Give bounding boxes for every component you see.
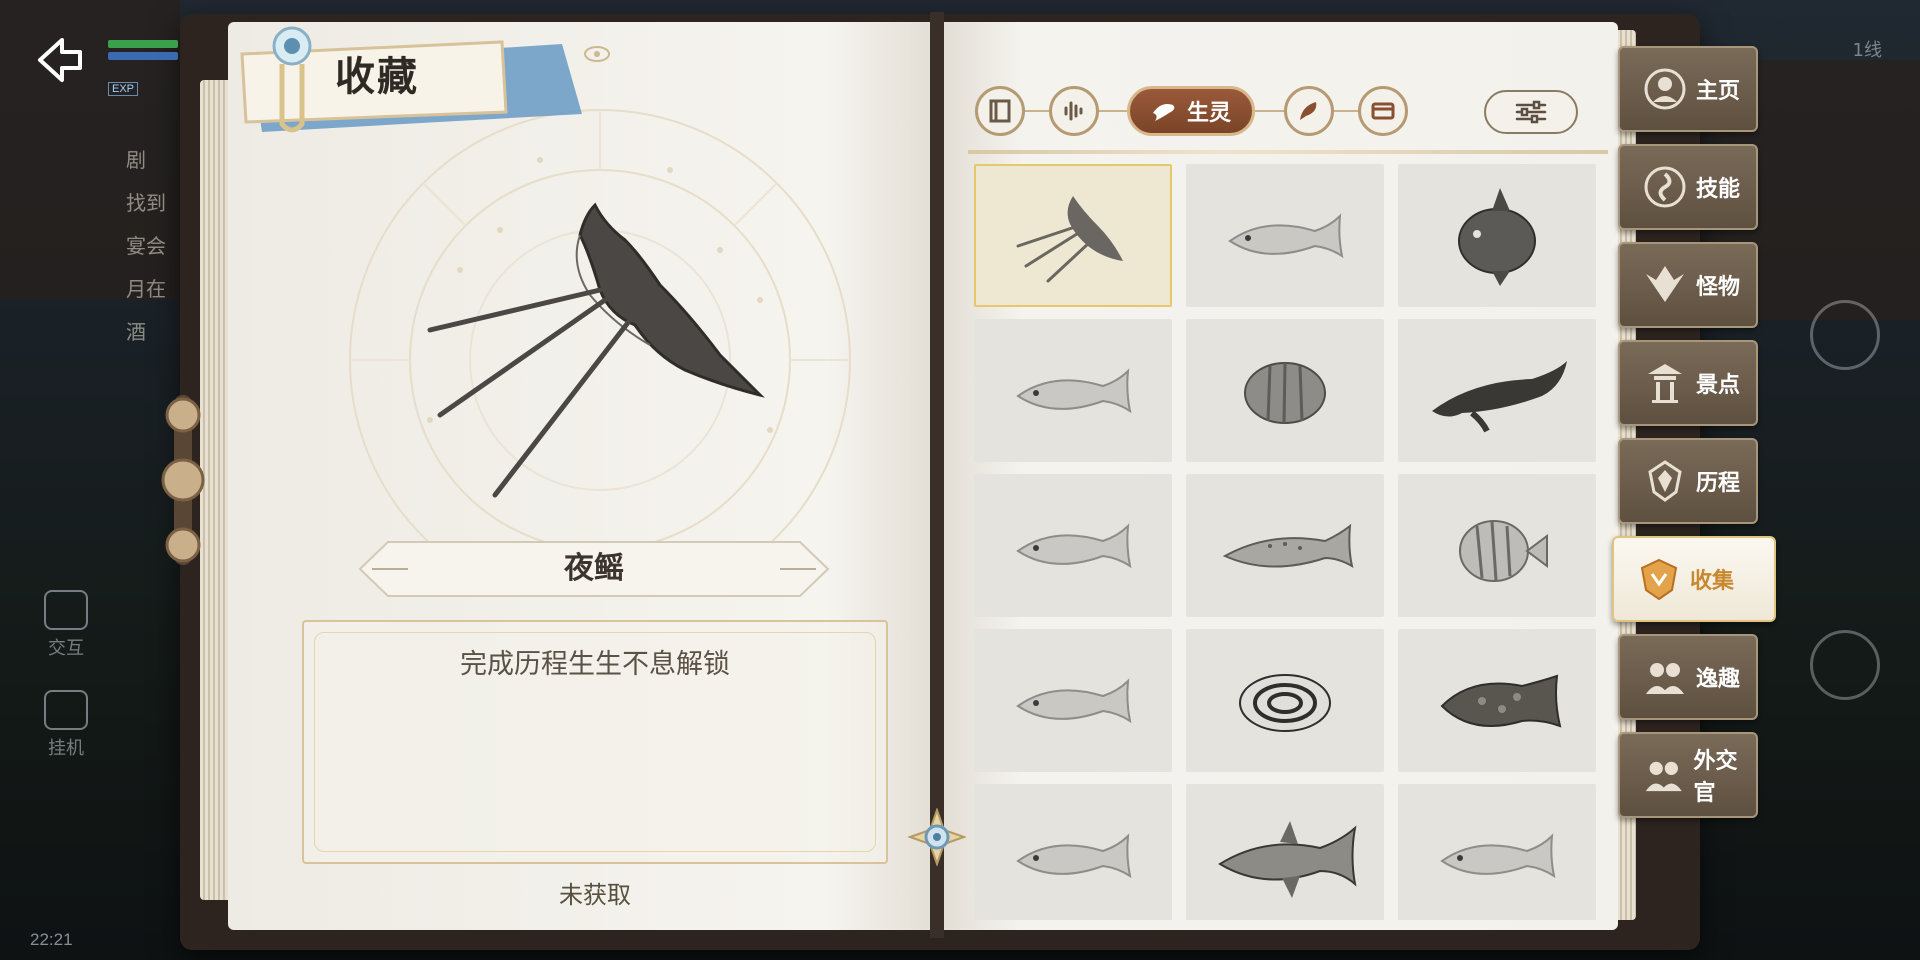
mp-bar <box>108 52 178 60</box>
mount-icon <box>1810 630 1880 700</box>
category-tab-creatures[interactable]: 生灵 <box>1127 86 1255 136</box>
feather-icon <box>1300 102 1317 120</box>
interact-icon <box>44 590 88 630</box>
collection-slot-fish-10[interactable] <box>974 629 1172 772</box>
auto-label: 挂机 <box>48 738 84 759</box>
grouper-icon <box>1440 674 1562 728</box>
unlock-description: 完成历程生生不息解锁 <box>460 649 730 680</box>
crest-icon <box>1648 460 1682 502</box>
auto-action[interactable]: 挂机 <box>36 690 96 760</box>
collection-slot-night-ray[interactable] <box>974 164 1172 307</box>
collection-slot-tuna[interactable] <box>1186 784 1384 920</box>
creature-name: 夜鳐 <box>564 551 624 586</box>
side-tab-label: 景点 <box>1696 373 1741 398</box>
side-tab-swirl-1[interactable]: 技能 <box>1618 144 1758 230</box>
device-status-bar: 22:21 <box>30 930 73 950</box>
side-tab-label: 主页 <box>1696 79 1741 104</box>
collection-slot-fish-7[interactable] <box>974 474 1172 617</box>
side-tab-demon-emblem-2[interactable]: 怪物 <box>1618 242 1758 328</box>
people-icon <box>1645 761 1682 792</box>
channel-indicator: 1线 <box>1852 40 1882 61</box>
fish-icon <box>1228 212 1344 258</box>
quest-line: 找到 <box>126 191 166 215</box>
filter-button[interactable] <box>1484 90 1578 134</box>
book-clasp-icon <box>161 395 205 565</box>
people-icon <box>1646 663 1684 694</box>
collection-slot-fish-13[interactable] <box>974 784 1172 920</box>
dolphin-icon <box>1432 360 1567 432</box>
fish-icon <box>1016 677 1132 723</box>
category-tab-label: 生灵 <box>1186 101 1231 126</box>
page-title: 收藏 <box>335 54 419 100</box>
acquisition-status: 未获取 <box>559 881 631 909</box>
side-tab-label: 历程 <box>1696 471 1741 496</box>
salmon-icon <box>1222 523 1354 568</box>
category-tab-feather[interactable] <box>1284 86 1334 136</box>
category-tab-book[interactable] <box>975 86 1025 136</box>
collection-slot-fish-2[interactable] <box>1186 164 1384 307</box>
creature-collection-grid <box>974 164 1600 920</box>
tuna-icon <box>1218 820 1357 898</box>
back-arrow-icon <box>38 38 82 82</box>
striped-fish-icon <box>1239 673 1331 732</box>
sunfish-icon <box>1458 187 1536 286</box>
card-icon <box>1371 102 1395 120</box>
collection-slot-grouper[interactable] <box>1398 629 1596 772</box>
side-tab-label: 技能 <box>1696 177 1741 202</box>
back-button[interactable] <box>30 30 90 90</box>
night-ray-illustration <box>427 202 765 498</box>
side-tab-label: 外交官 <box>1693 749 1738 806</box>
spine-gem-icon <box>908 808 966 866</box>
creature-icon <box>1152 104 1175 121</box>
interact-action[interactable]: 交互 <box>36 590 96 660</box>
collection-slot-fish-4[interactable] <box>974 319 1172 462</box>
clock-time: 22:21 <box>30 930 73 949</box>
fish-icon <box>1016 832 1132 878</box>
collection-slot-striped-fish[interactable] <box>1186 629 1384 772</box>
quest-line: 酒 <box>126 320 146 344</box>
side-tab-crest-4[interactable]: 历程 <box>1618 438 1758 524</box>
side-tab-pavilion-3[interactable]: 景点 <box>1618 340 1758 426</box>
side-tab-people-7[interactable]: 外交官 <box>1618 732 1758 818</box>
auto-icon <box>44 690 88 730</box>
collection-slot-sunfish[interactable] <box>1398 164 1596 307</box>
collection-slot-angelfish[interactable] <box>1186 319 1384 462</box>
player-status-bars <box>108 40 178 64</box>
swirl-icon <box>1644 166 1686 208</box>
menu-icon <box>1810 300 1880 370</box>
butterflyfish-icon <box>1459 519 1548 582</box>
fish-icon <box>1016 367 1132 413</box>
grid-top-divider <box>968 150 1608 154</box>
side-tab-shield-crest-5[interactable]: 收集 <box>1612 536 1776 622</box>
fish-icon <box>1016 522 1132 568</box>
side-tab-label: 收集 <box>1690 569 1735 594</box>
collection-slot-fish-15[interactable] <box>1398 784 1596 920</box>
book-icon <box>989 99 1011 123</box>
category-tab-sound[interactable] <box>1049 86 1099 136</box>
avatar-icon <box>1644 68 1686 110</box>
side-tab-label: 逸趣 <box>1696 667 1741 692</box>
hp-bar <box>108 40 178 48</box>
side-tab-label: 怪物 <box>1696 275 1741 300</box>
sound-wave-icon <box>1064 101 1083 121</box>
exp-tag: EXP <box>108 82 139 96</box>
quest-line: 月在 <box>126 277 166 301</box>
side-tab-avatar-0[interactable]: 主页 <box>1618 46 1758 132</box>
book-spine <box>930 12 944 938</box>
side-tab-people-6[interactable]: 逸趣 <box>1618 634 1758 720</box>
shield-crest-icon <box>1640 558 1678 601</box>
quest-line: 剧 <box>126 148 146 172</box>
category-tab-card[interactable] <box>1358 86 1408 136</box>
interact-label: 交互 <box>48 638 84 659</box>
pavilion-icon <box>1648 364 1682 403</box>
sliders-icon <box>1515 100 1547 124</box>
collection-slot-butterflyfish[interactable] <box>1398 474 1596 617</box>
fish-icon <box>1440 832 1556 878</box>
ray-icon <box>1016 195 1123 282</box>
demon-emblem-icon <box>1646 266 1684 302</box>
angelfish-icon <box>1244 361 1326 424</box>
quest-line: 宴会 <box>126 234 166 258</box>
collection-slot-salmon[interactable] <box>1186 474 1384 617</box>
collection-slot-dolphin[interactable] <box>1398 319 1596 462</box>
